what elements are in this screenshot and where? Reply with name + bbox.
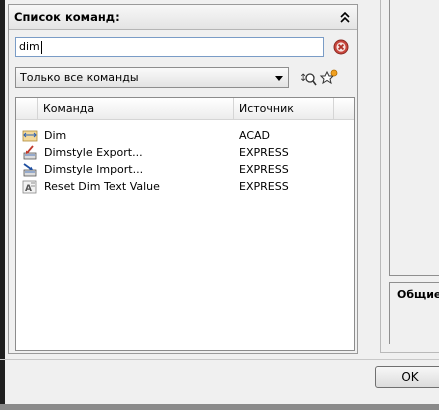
find-icon: ↕ <box>299 73 317 86</box>
command-filter-select[interactable]: Только все команды <box>15 67 289 88</box>
command-name: Dimstyle Import... <box>44 163 144 176</box>
footer-divider <box>0 359 439 360</box>
reset-dim-text-icon: A <box>22 179 38 195</box>
command-name: Dim <box>44 129 67 142</box>
list-item[interactable]: A Reset Dim Text Value EXPRESS <box>16 178 354 195</box>
command-source: EXPRESS <box>239 146 289 159</box>
double-chevron-up-icon <box>340 11 350 23</box>
command-source: ACAD <box>239 129 271 142</box>
properties-panel: Общие <box>380 0 439 353</box>
find-command-button[interactable]: ↕ <box>298 69 318 87</box>
dimstyle-import-icon <box>22 162 38 178</box>
panel-title: Список команд: <box>14 10 120 24</box>
list-header: Команда Источник <box>16 98 354 120</box>
command-list: Команда Источник Dim ACAD Dimstyle Expor… <box>15 97 355 351</box>
general-properties-section: Общие <box>389 282 439 344</box>
dimension-icon <box>22 128 38 144</box>
text-caret <box>40 40 42 54</box>
svg-text:A: A <box>25 184 32 194</box>
list-item[interactable]: Dimstyle Import... EXPRESS <box>16 161 354 178</box>
command-source: EXPRESS <box>239 180 289 193</box>
clear-icon <box>333 39 349 55</box>
command-name: Reset Dim Text Value <box>44 180 160 193</box>
list-item[interactable]: Dim ACAD <box>16 127 354 144</box>
window-frame-bottom <box>0 404 439 410</box>
command-column-header[interactable]: Команда <box>38 98 234 120</box>
dimstyle-export-icon <box>22 145 38 161</box>
command-name: Dimstyle Export... <box>44 146 143 159</box>
icon-column-header[interactable] <box>16 98 38 120</box>
list-item[interactable]: Dimstyle Export... EXPRESS <box>16 144 354 161</box>
filter-selected-value: Только все команды <box>20 71 139 84</box>
search-input-value: dim <box>19 40 40 53</box>
general-section-label: Общие <box>397 288 439 301</box>
source-column-header[interactable]: Источник <box>234 98 334 120</box>
ok-button[interactable]: OK <box>375 366 439 388</box>
new-command-icon <box>319 69 338 85</box>
window-frame-edge <box>0 0 5 410</box>
command-list-panel: Список команд: dim Только все команды ↕ <box>8 4 358 354</box>
panel-header: Список команд: <box>9 5 357 30</box>
collapse-button[interactable] <box>337 9 353 25</box>
properties-preview-area <box>389 0 439 276</box>
dropdown-arrow-icon <box>275 76 283 81</box>
clear-search-button[interactable] <box>333 39 349 55</box>
search-input[interactable]: dim <box>15 37 324 57</box>
command-source: EXPRESS <box>239 163 289 176</box>
new-command-button[interactable] <box>319 69 339 87</box>
